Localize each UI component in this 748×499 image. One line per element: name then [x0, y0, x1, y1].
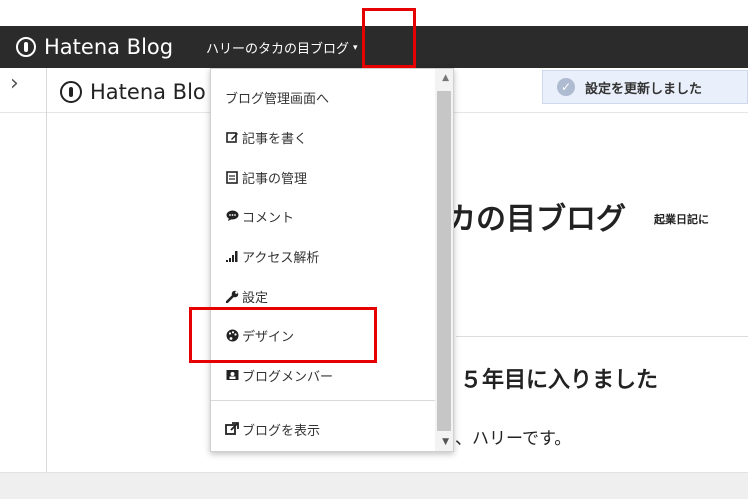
chevron-right-icon[interactable]: ›	[10, 72, 30, 96]
menu-scrollbar[interactable]: ▲ ▼	[435, 69, 453, 451]
menu-item-manage-posts[interactable]: 記事の管理	[225, 167, 307, 187]
menu-item-view-blog[interactable]: ブログを表示	[225, 419, 320, 439]
menu-item-analytics[interactable]: アクセス解析	[225, 246, 319, 266]
footer-strip	[0, 472, 748, 499]
sidebar-divider	[46, 68, 47, 472]
blog-title[interactable]: カの目ブログ	[446, 194, 626, 238]
menu-item-label: ブログメンバー	[242, 369, 334, 385]
blog-menu-dropdown: ブログ管理画面へ 記事を書く 記事の管理 コメント アクセス解析 設定 デザイン…	[210, 68, 454, 452]
wrench-icon	[225, 289, 239, 303]
menu-item-label: アクセス解析	[242, 250, 320, 266]
divider	[456, 336, 748, 337]
check-icon: ✓	[557, 78, 575, 96]
signal-icon	[225, 249, 239, 263]
brand-text: Hatena Blo	[90, 80, 206, 104]
menu-item-label: ブログを表示	[242, 423, 321, 439]
blog-header-logo[interactable]: Hatena Blo	[60, 80, 206, 104]
menu-item-label: 設定	[242, 290, 269, 306]
external-link-icon	[225, 422, 239, 436]
members-icon	[225, 368, 239, 382]
menu-item-dashboard[interactable]: ブログ管理画面へ	[225, 87, 329, 107]
scroll-up-icon[interactable]: ▲	[442, 73, 449, 83]
menu-item-label: ブログ管理画面へ	[225, 91, 330, 107]
menu-separator	[211, 400, 435, 401]
menu-item-write-post[interactable]: 記事を書く	[225, 127, 307, 147]
brand-text: Hatena Blog	[44, 35, 174, 59]
post-title[interactable]: ５年目に入りました	[460, 362, 658, 394]
menu-item-label: 記事を書く	[242, 131, 308, 147]
blog-tagline: 起業日記に	[654, 213, 709, 226]
notice-text: 設定を更新しました	[585, 81, 703, 97]
scroll-down-icon[interactable]: ▼	[442, 437, 449, 447]
edit-icon	[225, 130, 239, 144]
menu-item-settings[interactable]: 設定	[225, 286, 268, 306]
hatena-blog-logo[interactable]: Hatena Blog	[16, 32, 173, 62]
scrollbar-thumb[interactable]	[437, 91, 451, 431]
highlight-box-design	[189, 307, 377, 363]
menu-item-label: コメント	[242, 210, 295, 226]
highlight-box-blog-switcher	[362, 8, 416, 68]
menu-item-comments[interactable]: コメント	[225, 206, 294, 226]
settings-updated-notice: ✓ 設定を更新しました	[542, 70, 748, 104]
blog-name: ハリーのタカの目ブログ	[206, 42, 350, 57]
hatena-logo-icon	[60, 81, 82, 103]
blog-switcher[interactable]: ハリーのタカの目ブログ ▾	[206, 38, 358, 57]
chevron-down-icon: ▾	[353, 42, 358, 53]
hatena-logo-icon	[16, 37, 36, 57]
menu-item-label: 記事の管理	[242, 171, 308, 187]
menu-item-members[interactable]: ブログメンバー	[225, 365, 333, 385]
post-body: 、ハリーです。	[455, 429, 572, 449]
document-icon	[225, 170, 239, 184]
comment-icon	[225, 209, 239, 223]
